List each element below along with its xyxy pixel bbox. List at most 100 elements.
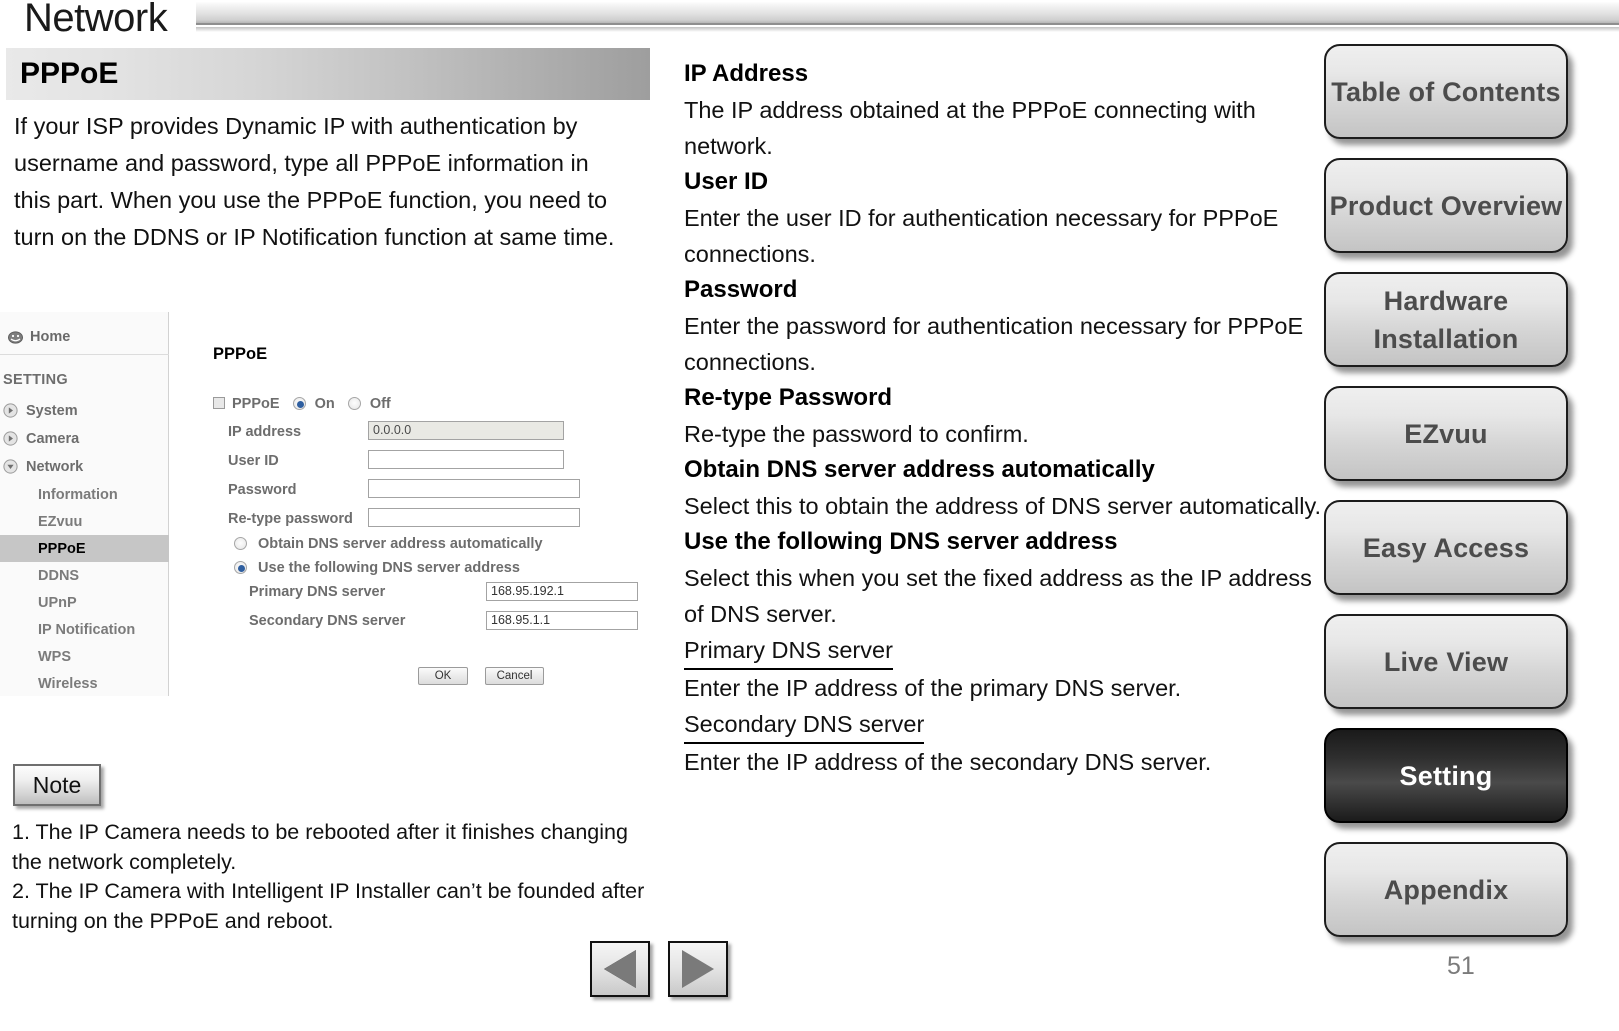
desc-term-secondary-dns: Secondary DNS server (684, 706, 925, 744)
password-field[interactable] (368, 479, 580, 498)
nav-button-ezvuu[interactable]: EZvuu (1324, 386, 1568, 481)
desc-term-use-following-dns: Use the following DNS server address (684, 528, 1118, 555)
dns-auto-label: Obtain DNS server address automatically (258, 536, 543, 552)
sidebar-item-label: IP Notification (38, 621, 136, 638)
section-banner: PPPoE (6, 48, 650, 100)
dns-auto-row: Obtain DNS server address automatically (234, 536, 543, 552)
nav-button-label: EZvuu (1404, 418, 1488, 449)
sidebar-item-label: DDNS (38, 567, 80, 584)
ip-address-label: IP address (228, 424, 302, 440)
desc-text-user-id: Enter the user ID for authentication nec… (684, 205, 1279, 267)
desc-term-primary-dns: Primary DNS server (684, 632, 893, 670)
dns-manual-row: Use the following DNS server address (234, 560, 520, 576)
pppoe-toggle-label: PPPoE (232, 396, 280, 412)
home-icon (8, 330, 23, 344)
webui-sidebar: Home SETTING System Camera Network Infor… (0, 312, 169, 696)
page-number: 51 (1447, 952, 1475, 980)
arrow-right-icon (682, 950, 714, 988)
nav-button-product-overview[interactable]: Product Overview (1324, 158, 1568, 253)
desc-text-secondary-dns: Enter the IP address of the secondary DN… (684, 749, 1212, 775)
section-banner-label: PPPoE (20, 57, 119, 90)
next-page-button[interactable] (668, 941, 728, 997)
dns-auto-radio[interactable] (234, 537, 247, 550)
sidebar-item-home[interactable]: Home (8, 322, 70, 352)
page-root: Network PPPoE If your ISP provides Dynam… (0, 0, 1619, 1031)
sidebar-item-label: PPPoE (38, 540, 86, 557)
note-badge: Note (13, 764, 101, 806)
nav-button-hardware-installation[interactable]: Hardware Installation (1324, 272, 1568, 367)
right-nav: Table of Contents Product Overview Hardw… (1324, 44, 1572, 956)
sidebar-group-camera[interactable]: Camera (3, 425, 79, 452)
ok-button[interactable]: OK (418, 667, 468, 685)
pppoe-checkbox-icon[interactable] (213, 397, 225, 409)
sidebar-item-ddns[interactable]: DDNS (0, 562, 169, 589)
nav-button-label: Easy Access (1362, 532, 1530, 563)
sidebar-item-upnp[interactable]: UPnP (0, 589, 169, 616)
previous-page-button[interactable] (590, 941, 650, 997)
sidebar-group-network[interactable]: Network (3, 453, 83, 480)
sidebar-item-ezvuu[interactable]: EZvuu (0, 508, 169, 535)
sidebar-item-information[interactable]: Information (0, 481, 169, 508)
primary-dns-label: Primary DNS server (249, 584, 386, 600)
sidebar-item-wireless[interactable]: Wireless (0, 670, 169, 697)
pppoe-off-label: Off (369, 396, 391, 412)
dns-manual-label: Use the following DNS server address (258, 560, 520, 576)
desc-term-user-id: User ID (684, 168, 769, 195)
sidebar-group-system[interactable]: System (3, 397, 78, 424)
form-title: PPPoE (213, 345, 268, 363)
pppoe-on-radio[interactable] (292, 397, 306, 410)
pager (590, 941, 728, 997)
nav-button-label: Setting (1399, 760, 1493, 791)
desc-term-password: Password (684, 276, 798, 303)
desc-text-obtain-dns-auto: Select this to obtain the address of DNS… (684, 493, 1321, 519)
sidebar-section-setting: SETTING (3, 372, 68, 388)
user-id-label: User ID (228, 453, 279, 469)
retype-password-field[interactable] (368, 508, 580, 527)
section-intro-text: If your ISP provides Dynamic IP with aut… (14, 113, 615, 250)
secondary-dns-field[interactable]: 168.95.1.1 (486, 611, 638, 630)
sidebar-item-label: WPS (38, 648, 72, 665)
nav-button-easy-access[interactable]: Easy Access (1324, 500, 1568, 595)
desc-text-ip-address: The IP address obtained at the PPPoE con… (684, 97, 1256, 159)
desc-text-primary-dns: Enter the IP address of the primary DNS … (684, 675, 1182, 701)
secondary-dns-label: Secondary DNS server (249, 613, 406, 629)
pppoe-on-label: On (314, 396, 335, 412)
desc-term-obtain-dns-auto: Obtain DNS server address automatically (684, 456, 1155, 483)
pppoe-off-radio[interactable] (347, 397, 361, 410)
sidebar-item-pppoe[interactable]: PPPoE (0, 535, 169, 562)
password-label: Password (228, 482, 297, 498)
nav-button-appendix[interactable]: Appendix (1324, 842, 1568, 937)
embedded-webui-screenshot: Home SETTING System Camera Network Infor… (0, 312, 660, 702)
chevron-right-icon (3, 403, 18, 418)
note-badge-label: Note (32, 771, 82, 798)
sidebar-group-network-label: Network (26, 458, 84, 475)
sidebar-item-ip-notification[interactable]: IP Notification (0, 616, 169, 643)
nav-button-label: Table of Contents (1331, 76, 1561, 107)
primary-dns-field[interactable]: 168.95.192.1 (486, 582, 638, 601)
nav-button-label: Live View (1383, 646, 1509, 677)
cancel-button[interactable]: Cancel (485, 667, 544, 685)
sidebar-item-wps[interactable]: WPS (0, 643, 169, 670)
user-id-field[interactable] (368, 450, 564, 469)
sidebar-item-home-label: Home (30, 329, 71, 345)
dns-manual-radio[interactable] (234, 561, 247, 574)
description-column: IP Address The IP address obtained at th… (684, 56, 1324, 780)
desc-text-retype-password: Re-type the password to confirm. (684, 421, 1029, 447)
sidebar-group-camera-label: Camera (26, 430, 80, 447)
chevron-down-icon (3, 459, 18, 474)
nav-button-table-of-contents[interactable]: Table of Contents (1324, 44, 1568, 139)
desc-text-use-following-dns: Select this when you set the fixed addre… (684, 565, 1312, 627)
arrow-left-icon (604, 950, 636, 988)
sidebar-divider (0, 354, 169, 355)
nav-button-label: Hardware Installation (1373, 285, 1519, 354)
sidebar-item-label: Information (38, 486, 118, 503)
sidebar-item-label: UPnP (38, 594, 77, 611)
nav-button-label: Appendix (1383, 874, 1509, 905)
note-line-2: 2. The IP Camera with Intelligent IP Ins… (12, 879, 645, 933)
desc-term-retype-password: Re-type Password (684, 384, 893, 411)
nav-button-setting[interactable]: Setting (1324, 728, 1568, 823)
ip-address-field: 0.0.0.0 (368, 421, 564, 440)
nav-button-live-view[interactable]: Live View (1324, 614, 1568, 709)
sidebar-group-system-label: System (26, 402, 78, 419)
nav-button-label: Product Overview (1329, 190, 1563, 221)
